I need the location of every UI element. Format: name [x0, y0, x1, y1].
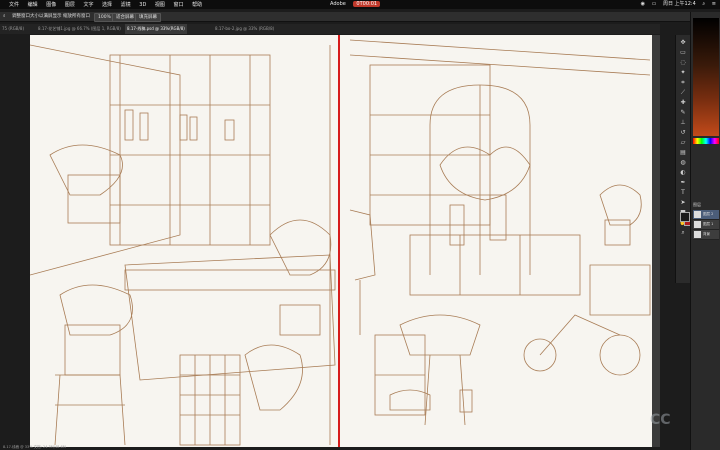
layer-thumbnail [694, 220, 701, 228]
menu-3d[interactable]: 3D [139, 2, 146, 8]
tricycle-wheel-2 [599, 334, 641, 376]
right-cabinet [409, 234, 581, 296]
blur-icon[interactable]: ◍ [678, 159, 688, 167]
layer-name: 图层 1 [703, 222, 714, 226]
vase-2 [489, 194, 507, 241]
menu-items: 文件 编辑 图像 图层 文字 选择 滤镜 3D 视图 窗口 帮助 [3, 0, 209, 10]
fill-screen-button[interactable]: 填充屏幕 [135, 13, 161, 22]
menu-window[interactable]: 窗口 [174, 2, 184, 8]
color-picker-field[interactable] [693, 18, 719, 136]
collapsed-panel-strip [652, 35, 660, 447]
battery-icon[interactable]: ▭ [652, 1, 657, 7]
hanging-basket-left [67, 174, 121, 224]
layers-panel-title[interactable]: 图层 [693, 202, 701, 208]
menu-type[interactable]: 文字 [83, 2, 93, 8]
magic-wand-icon[interactable]: ✦ [678, 69, 688, 77]
menu-help[interactable]: 帮助 [192, 2, 202, 8]
menu-image[interactable]: 图像 [46, 2, 56, 8]
menu-file[interactable]: 文件 [9, 2, 19, 8]
menu-list-icon[interactable]: ≡ [712, 1, 716, 7]
left-shelf-frame [109, 54, 271, 246]
mac-menubar: 文件 编辑 图像 图层 文字 选择 滤镜 3D 视图 窗口 帮助 Adobe 0… [0, 0, 720, 9]
tab-doc-active[interactable]: 8.17-线稿.psd @ 33%(RGB/8) [125, 24, 187, 34]
healing-icon[interactable]: ✚ [678, 99, 688, 107]
menu-layer[interactable]: 图层 [65, 2, 75, 8]
zoom-tool-icon[interactable]: ⌕ [3, 12, 6, 21]
pen-icon[interactable]: ✒ [678, 179, 688, 187]
search-icon[interactable]: ⌕ [702, 1, 705, 7]
line-art-drawing [30, 39, 651, 446]
layer-name: 图层 2 [703, 212, 714, 216]
tab-doc-4[interactable]: 8.17-bo-2.jpg @ 33% (RGB/8) [215, 24, 274, 34]
options-bar: ⌕ 调整窗口大小以满屏显示 缩放所有窗口 细微缩放 100% 适合屏幕 填充屏幕 [0, 12, 720, 22]
plant-basket-lower [59, 284, 133, 336]
vase-bottom [244, 344, 303, 411]
crop-icon[interactable]: ⌗ [678, 79, 688, 87]
layer-row[interactable]: 背景 [693, 230, 719, 240]
lamp-shade [349, 209, 376, 281]
layer-thumbnail [694, 210, 701, 218]
tab-doc-2[interactable]: 8.17-花艺铺1.jpg @ 66.7% (图层 1, RGB/8) [38, 24, 121, 34]
document-tabs: 75 (RGB/8) 8.17-花艺铺1.jpg @ 66.7% (图层 1, … [0, 24, 660, 34]
menu-select[interactable]: 选择 [102, 2, 112, 8]
wifi-icon[interactable]: ◉ [641, 1, 645, 7]
red-split-divider[interactable] [338, 35, 340, 447]
cat-sleeping [389, 389, 431, 411]
gradient-icon[interactable]: ▤ [678, 149, 688, 157]
tab-doc-1[interactable]: 75 (RGB/8) [2, 24, 24, 34]
lasso-icon[interactable]: ◌ [678, 59, 688, 67]
auto-resize-checkbox-label[interactable]: 调整窗口大小以满屏显示 [12, 12, 62, 21]
type-icon[interactable]: T [678, 189, 688, 197]
hanging-plant-left [49, 144, 123, 196]
right-panels: 图层 图层 2 图层 1 背景 [690, 12, 720, 450]
zoom-all-windows-label[interactable]: 缩放所有窗口 [63, 12, 90, 21]
menu-edit[interactable]: 编辑 [28, 2, 38, 8]
flower-pot-counter [269, 219, 332, 276]
layer-row[interactable]: 图层 1 [693, 220, 719, 230]
left-counter [124, 254, 336, 381]
eraser-icon[interactable]: ▱ [678, 139, 688, 147]
marquee-icon[interactable]: ▭ [678, 49, 688, 57]
foreground-color-swatch[interactable] [680, 212, 690, 222]
stamp-icon[interactable]: ⊥ [678, 119, 688, 127]
brush-icon[interactable]: ✎ [678, 109, 688, 117]
app-name-label: Adobe [330, 1, 346, 7]
path-select-icon[interactable]: ➤ [678, 199, 688, 207]
recording-badge: 0T00:01 [353, 1, 381, 7]
clock-label[interactable]: 周日 上午12:4 [663, 1, 696, 7]
layer-row[interactable]: 图层 2 [693, 210, 719, 220]
tools-panel: ✥ ▭ ◌ ✦ ⌗ ⟋ ✚ ✎ ⊥ ↺ ▱ ▤ ◍ ◐ ✒ T ➤ ■ ✋ ⌕ [675, 35, 690, 283]
status-bar: 8.17-线稿 @ 33% 文档: 24.3M/48.6M [3, 445, 66, 449]
layer-thumbnail [694, 230, 701, 238]
eyedropper-icon[interactable]: ⟋ [678, 89, 688, 97]
layer-name: 背景 [703, 232, 710, 236]
menubar-center: Adobe 0T00:01 [330, 0, 386, 9]
plant-right [599, 184, 642, 226]
watermark-logo: CC [650, 412, 671, 428]
history-brush-icon[interactable]: ↺ [678, 129, 688, 137]
hue-slider[interactable] [693, 138, 719, 144]
zoom-icon[interactable]: ⌕ [678, 229, 688, 237]
dodge-icon[interactable]: ◐ [678, 169, 688, 177]
menu-view[interactable]: 视图 [155, 2, 165, 8]
move-icon[interactable]: ✥ [678, 39, 688, 47]
menu-filter[interactable]: 滤镜 [121, 2, 131, 8]
menubar-right: ◉ ▭ 周日 上午12:4 ⌕ ≡ [636, 0, 716, 9]
